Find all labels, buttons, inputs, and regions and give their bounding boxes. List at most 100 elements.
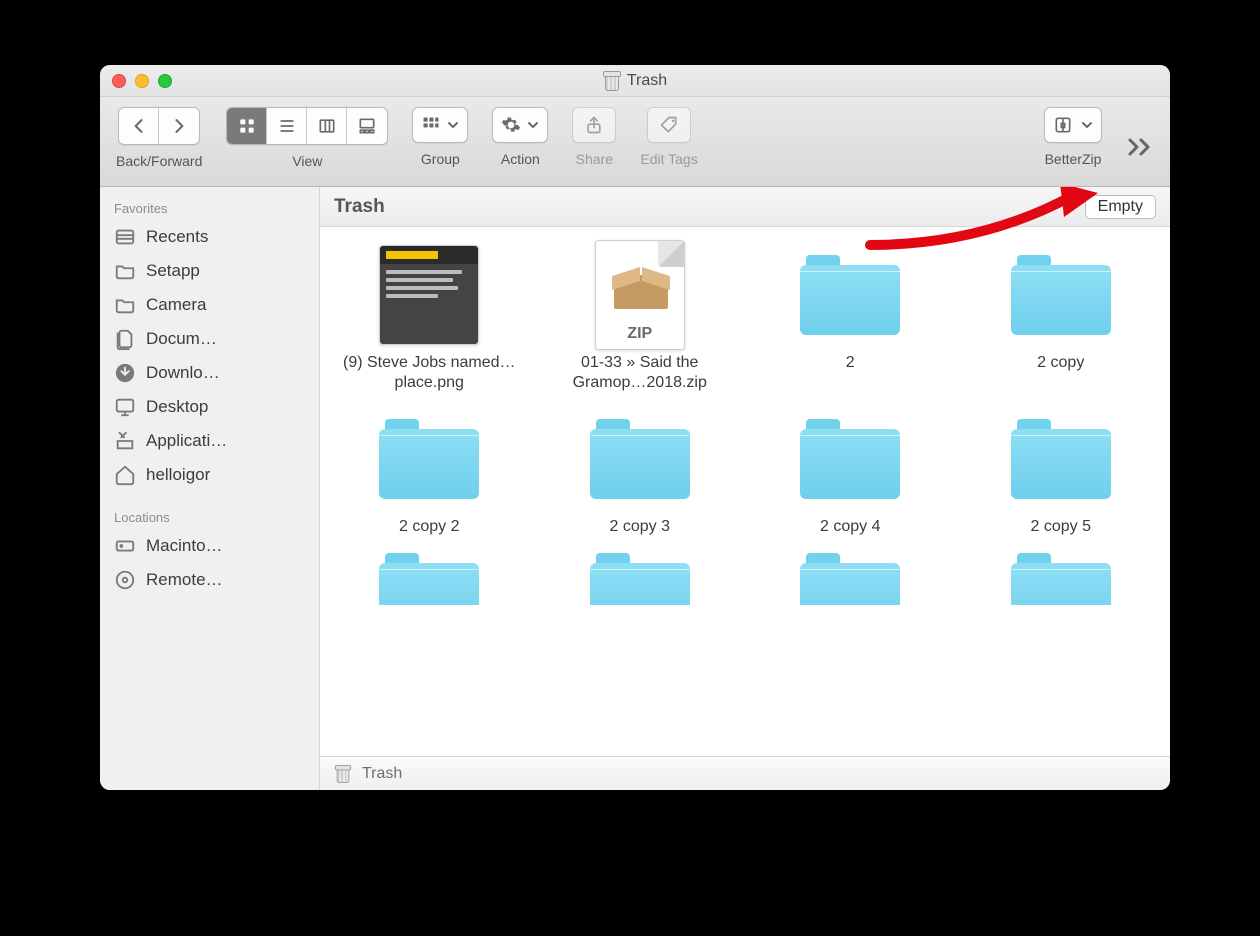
toolbar-overflow-button[interactable] [1126, 129, 1154, 165]
sidebar-item-documents[interactable]: Docum… [100, 322, 319, 356]
path-bar-label: Trash [362, 765, 402, 783]
gear-icon [501, 115, 521, 135]
folder-large-icon [590, 553, 690, 605]
action-button[interactable] [492, 107, 548, 143]
back-button[interactable] [119, 108, 159, 144]
view-icon-button[interactable] [227, 108, 267, 144]
window-title-text: Trash [627, 72, 667, 90]
file-item[interactable]: 2 copy 5 [960, 409, 1163, 537]
window-minimize-button[interactable] [135, 74, 149, 88]
sidebar-item-macintosh-hd[interactable]: Macinto… [100, 529, 319, 563]
file-item[interactable] [539, 553, 742, 613]
folder-icon [114, 260, 136, 282]
gallery-view-icon [357, 116, 377, 136]
trash-icon [335, 765, 351, 783]
toolbar-group-label: Group [421, 151, 460, 167]
toolbar-view-label: View [292, 153, 322, 169]
group-button[interactable] [412, 107, 468, 143]
toolbar-view: View [226, 107, 388, 169]
file-item[interactable] [960, 553, 1163, 613]
folder-large-icon [1011, 553, 1111, 605]
folder-large-icon [379, 419, 479, 499]
recents-icon [114, 226, 136, 248]
file-item[interactable]: 2 copy [960, 245, 1163, 393]
view-list-button[interactable] [267, 108, 307, 144]
file-item[interactable]: 2 copy 2 [328, 409, 531, 537]
path-bar[interactable]: Trash [320, 756, 1170, 790]
file-item[interactable]: 2 [749, 245, 952, 393]
view-gallery-button[interactable] [347, 108, 387, 144]
double-chevron-right-icon [1126, 135, 1154, 159]
share-button[interactable] [572, 107, 616, 143]
file-name: 2 copy 2 [399, 517, 459, 537]
toolbar-action: Action [492, 107, 548, 167]
file-item[interactable] [749, 553, 952, 613]
downloads-icon [114, 362, 136, 384]
sidebar-item-remote-disc[interactable]: Remote… [100, 563, 319, 597]
trash-icon [603, 71, 621, 91]
file-item[interactable]: (9) Steve Jobs named…place.png [328, 245, 531, 393]
edit-tags-button[interactable] [647, 107, 691, 143]
window-zoom-button[interactable] [158, 74, 172, 88]
share-icon [584, 115, 604, 135]
sidebar-item-label: Recents [146, 227, 208, 247]
sidebar-header-favorites: Favorites [100, 193, 319, 220]
documents-icon [114, 328, 136, 350]
view-column-button[interactable] [307, 108, 347, 144]
image-file-icon [379, 245, 479, 345]
file-name: (9) Steve Jobs named…place.png [334, 353, 524, 393]
file-grid[interactable]: (9) Steve Jobs named…place.png ZIP 01-33… [320, 227, 1170, 756]
window-close-button[interactable] [112, 74, 126, 88]
file-name: 2 copy [1037, 353, 1084, 373]
window-controls [112, 74, 172, 88]
list-view-icon [277, 116, 297, 136]
window-title: Trash [603, 71, 667, 91]
file-item[interactable]: 2 copy 3 [539, 409, 742, 537]
file-item[interactable] [328, 553, 531, 613]
folder-large-icon [800, 255, 900, 335]
file-item[interactable]: ZIP 01-33 » Said the Gramop…2018.zip [539, 245, 742, 393]
forward-button[interactable] [159, 108, 199, 144]
sidebar-item-label: Downlo… [146, 363, 220, 383]
finder-window: Trash Back/Forward [100, 65, 1170, 790]
icon-view-icon [237, 116, 257, 136]
toolbar-back-forward-label: Back/Forward [116, 153, 202, 169]
location-title: Trash [334, 196, 385, 218]
folder-large-icon [800, 553, 900, 605]
grid-icon [421, 115, 441, 135]
sidebar-item-label: Desktop [146, 397, 208, 417]
empty-trash-button[interactable]: Empty [1085, 195, 1156, 219]
toolbar-betterzip: BetterZip [1044, 107, 1102, 167]
file-name: 2 copy 5 [1031, 517, 1091, 537]
toolbar-betterzip-label: BetterZip [1045, 151, 1102, 167]
title-bar: Trash [100, 65, 1170, 97]
zip-file-icon: ZIP [595, 240, 685, 350]
sidebar-item-camera[interactable]: Camera [100, 288, 319, 322]
archive-icon [1053, 115, 1073, 135]
folder-large-icon [1011, 255, 1111, 335]
folder-large-icon [1011, 419, 1111, 499]
sidebar-item-label: helloigor [146, 465, 210, 485]
sidebar-item-label: Applicati… [146, 431, 227, 451]
home-icon [114, 464, 136, 486]
file-name: 2 [846, 353, 855, 373]
chevron-down-icon [527, 119, 539, 131]
sidebar-item-label: Setapp [146, 261, 200, 281]
sidebar-item-applications[interactable]: Applicati… [100, 424, 319, 458]
sidebar-item-downloads[interactable]: Downlo… [100, 356, 319, 390]
sidebar-item-setapp[interactable]: Setapp [100, 254, 319, 288]
folder-large-icon [379, 553, 479, 605]
file-item[interactable]: 2 copy 4 [749, 409, 952, 537]
desktop-icon [114, 396, 136, 418]
sidebar-item-recents[interactable]: Recents [100, 220, 319, 254]
hard-drive-icon [114, 535, 136, 557]
sidebar-item-label: Camera [146, 295, 206, 315]
toolbar-back-forward: Back/Forward [116, 107, 202, 169]
sidebar-item-home[interactable]: helloigor [100, 458, 319, 492]
sidebar-item-desktop[interactable]: Desktop [100, 390, 319, 424]
toolbar-edit-tags: Edit Tags [640, 107, 697, 167]
file-name: 01-33 » Said the Gramop…2018.zip [545, 353, 735, 393]
sidebar-item-label: Macinto… [146, 536, 223, 556]
chevron-left-icon [129, 116, 149, 136]
betterzip-button[interactable] [1044, 107, 1102, 143]
